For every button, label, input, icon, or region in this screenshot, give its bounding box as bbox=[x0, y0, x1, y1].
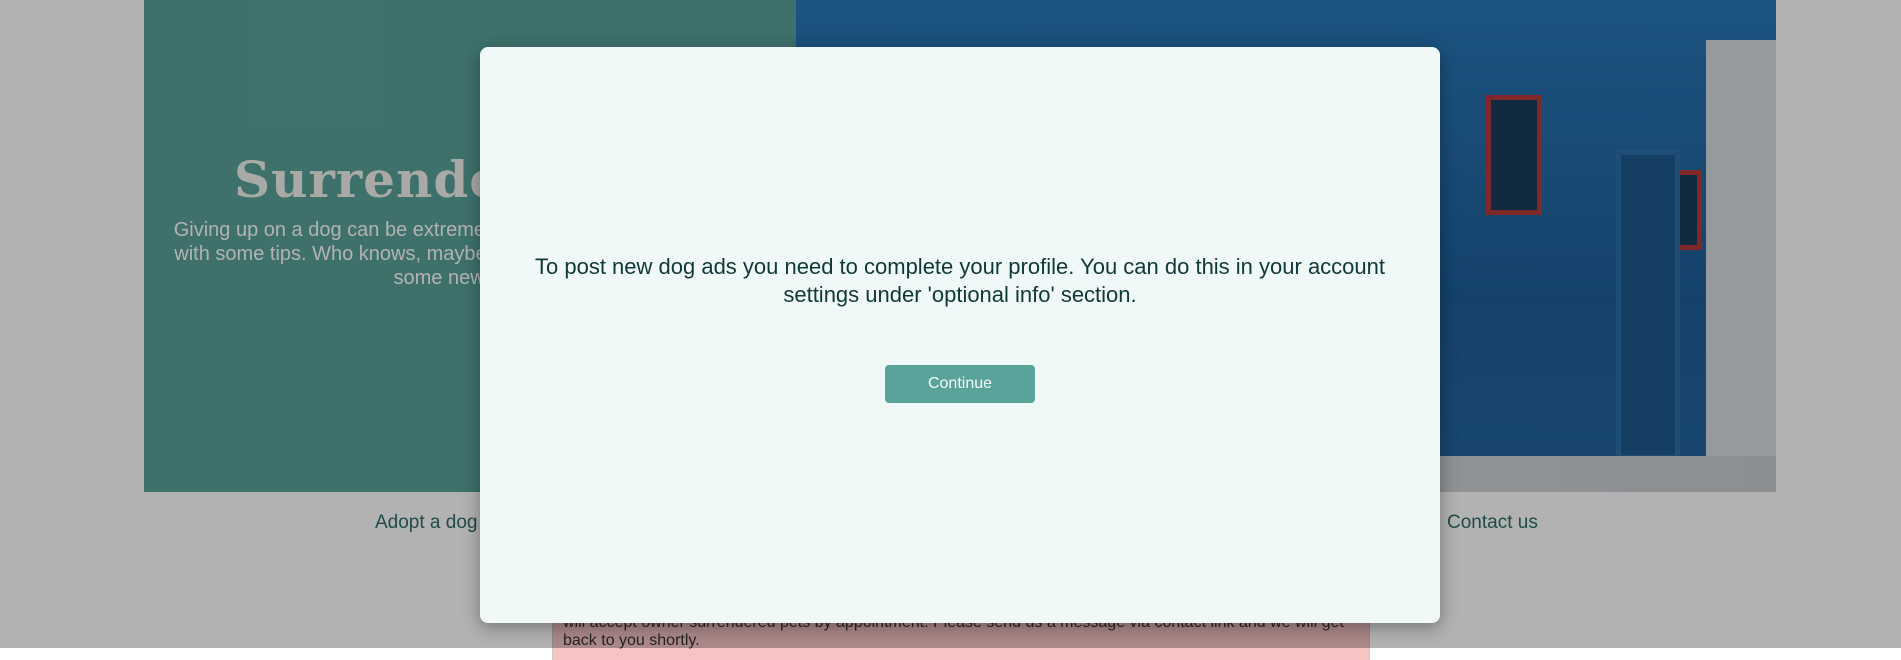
continue-button[interactable]: Continue bbox=[885, 365, 1035, 403]
dialog-message: To post new dog ads you need to complete… bbox=[535, 254, 1385, 307]
page: Surrender a dog Giving up on a dog can b… bbox=[0, 0, 1901, 660]
profile-required-dialog: To post new dog ads you need to complete… bbox=[480, 47, 1440, 623]
